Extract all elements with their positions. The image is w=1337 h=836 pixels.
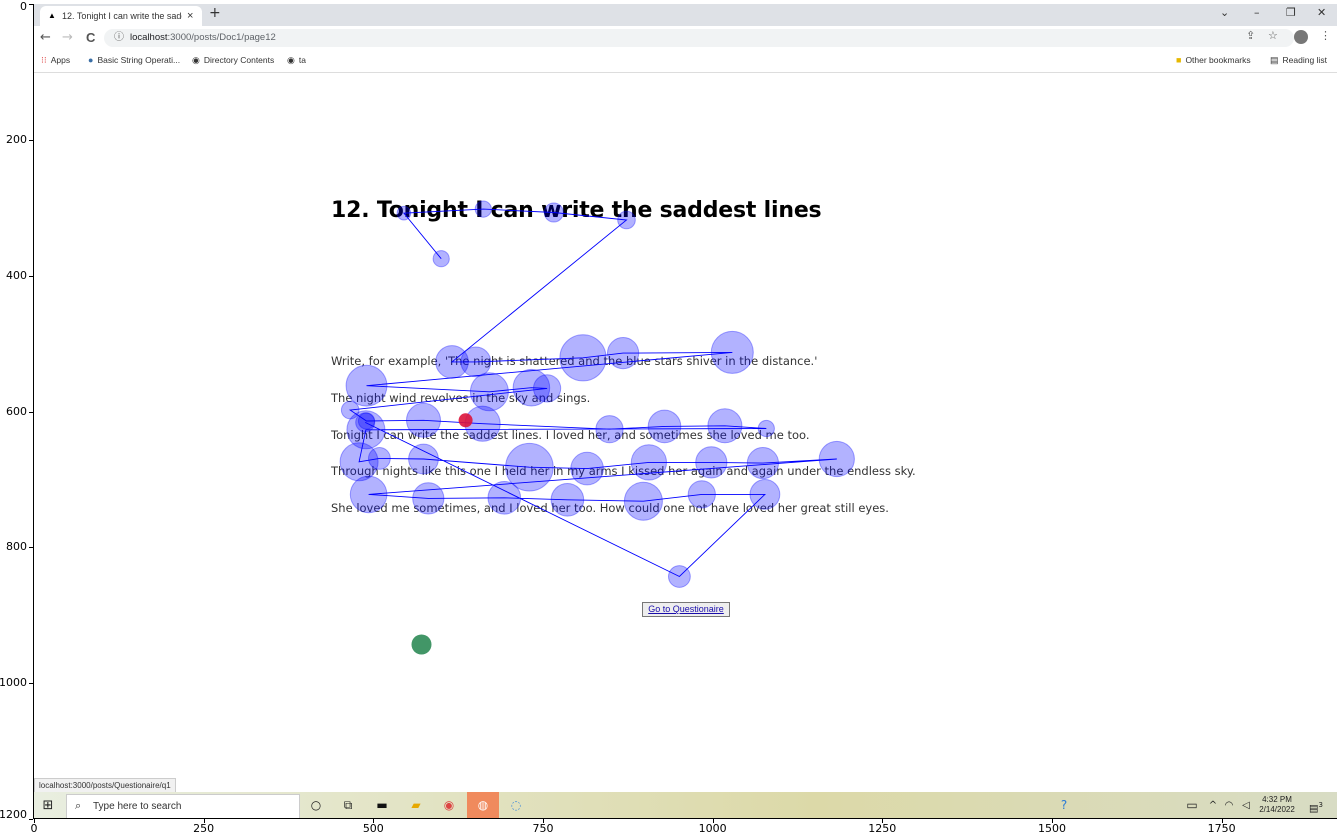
fixation-point — [408, 443, 439, 475]
fixation-point — [345, 364, 388, 407]
end-point — [458, 413, 473, 428]
y-tick-label: 400 — [6, 268, 27, 282]
keyboard-icon[interactable]: ▭ — [1182, 792, 1202, 819]
y-tick-mark — [29, 4, 33, 5]
taskbar-clock[interactable]: 4:32 PM 2/14/2022 — [1256, 795, 1298, 815]
x-tick-label: 0 — [30, 822, 38, 835]
x-tick-label: 1750 — [1207, 822, 1236, 835]
fixation-point — [355, 412, 376, 433]
y-tick-mark — [29, 139, 33, 141]
x-tick-label: 500 — [362, 822, 384, 835]
cortana-icon[interactable]: ○ — [306, 792, 326, 819]
y-tick-mark — [29, 411, 33, 413]
windows-start-icon[interactable]: ⊞ — [38, 792, 58, 819]
fixation-point — [695, 446, 728, 479]
x-tick-label: 250 — [193, 822, 215, 835]
fixation-point — [543, 202, 564, 223]
notification-count: 3 — [1318, 801, 1323, 809]
x-tick-label: 1250 — [868, 822, 897, 835]
chevron-up-icon[interactable]: ^ — [1206, 792, 1220, 819]
y-tick-label: 0 — [20, 0, 27, 13]
fixation-point — [710, 330, 754, 374]
fixation-point — [623, 481, 663, 521]
fixation-point — [532, 374, 562, 403]
fixation-point — [617, 210, 636, 230]
windows-taskbar: ⊞ ⌕ Type here to search ○ ⧉ ▬ ▰ ◉ ◍ ◌ ? … — [34, 792, 1337, 819]
gaze-path-line — [348, 208, 837, 578]
fixation-point — [412, 482, 445, 515]
fixation-point — [749, 479, 781, 510]
fixation-point — [460, 346, 492, 378]
chrome-icon[interactable]: ◉ — [438, 792, 460, 819]
fixation-point — [630, 444, 668, 481]
fixation-point — [469, 372, 509, 412]
search-placeholder: Type here to search — [93, 801, 182, 812]
fixation-point — [818, 440, 855, 478]
fixation-point — [406, 402, 441, 438]
clock-time: 4:32 PM — [1262, 795, 1292, 804]
help-icon[interactable]: ? — [1054, 792, 1074, 819]
fixation-point — [550, 483, 585, 517]
fixation-point — [474, 200, 492, 218]
fixation-point — [647, 409, 682, 444]
x-tick-label: 1000 — [698, 822, 727, 835]
search-icon: ⌕ — [75, 800, 82, 812]
fixation-point — [687, 480, 716, 509]
y-tick-label: 200 — [6, 132, 27, 146]
y-tick-mark — [29, 547, 33, 549]
start-point — [411, 634, 432, 655]
file-explorer-icon[interactable]: ▰ — [405, 792, 427, 819]
terminal-icon[interactable]: ▬ — [371, 792, 393, 819]
fixation-point — [668, 565, 691, 588]
fixation-point — [707, 408, 743, 444]
clock-date: 2/14/2022 — [1259, 805, 1295, 814]
fixation-point — [595, 415, 624, 444]
taskbar-search[interactable]: ⌕ Type here to search — [66, 794, 300, 819]
fixation-point — [570, 451, 604, 486]
notification-icon[interactable]: ▤3 — [1306, 792, 1326, 819]
recording-app-icon[interactable]: ◍ — [467, 792, 499, 819]
fixation-point — [432, 250, 450, 268]
y-tick-label: 1200 — [0, 808, 27, 821]
x-tick-label: 1500 — [1037, 822, 1066, 835]
edge-icon[interactable]: ◌ — [506, 792, 526, 819]
y-tick-mark — [29, 683, 33, 685]
gaze-overlay — [339, 200, 855, 655]
task-view-icon[interactable]: ⧉ — [338, 792, 358, 819]
y-tick-label: 600 — [6, 404, 27, 418]
fixation-point — [368, 447, 391, 470]
fixation-point — [559, 334, 607, 382]
fixation-point — [757, 419, 775, 438]
y-tick-label: 800 — [6, 540, 27, 554]
y-axis-line — [33, 4, 34, 819]
volume-icon[interactable]: ◁ — [1238, 792, 1254, 819]
wifi-icon[interactable]: ◠ — [1222, 792, 1236, 819]
fixation-point — [746, 447, 780, 480]
y-tick-label: 1000 — [0, 676, 27, 690]
y-tick-mark — [29, 275, 33, 277]
y-tick-mark — [29, 819, 33, 820]
fixation-point — [607, 337, 640, 370]
fixation-point — [487, 481, 522, 515]
fixation-point — [396, 205, 412, 221]
plot-area: ▲ 12. Tonight I can write the saddest li… — [34, 4, 1337, 819]
x-tick-label: 750 — [532, 822, 554, 835]
fixation-point — [349, 475, 388, 514]
x-axis-line — [33, 818, 1337, 819]
